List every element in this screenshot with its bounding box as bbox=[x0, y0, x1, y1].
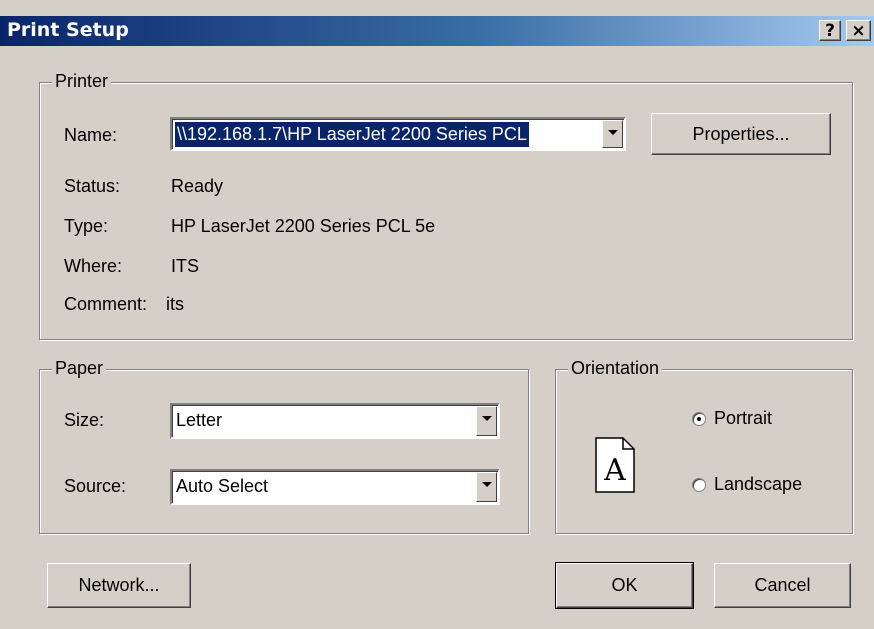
status-value: Ready bbox=[171, 176, 224, 196]
where-value: ITS bbox=[171, 256, 200, 276]
landscape-radio[interactable] bbox=[692, 478, 706, 492]
close-icon[interactable]: × bbox=[846, 20, 871, 41]
orientation-group-label: Orientation bbox=[568, 358, 663, 379]
printer-group-label: Printer bbox=[52, 71, 112, 92]
ok-button[interactable]: OK bbox=[555, 562, 694, 609]
help-icon[interactable]: ? bbox=[819, 20, 841, 41]
window-title: Print Setup bbox=[7, 19, 129, 41]
type-value: HP LaserJet 2200 Series PCL 5e bbox=[171, 216, 436, 236]
printer-name-value: \\192.168.1.7\HP LaserJet 2200 Series PC… bbox=[175, 122, 529, 147]
title-bar: Print Setup ? × bbox=[0, 16, 874, 46]
type-label: Type: bbox=[64, 216, 109, 236]
paper-source-select[interactable]: Auto Select bbox=[170, 469, 500, 505]
status-label: Status: bbox=[64, 176, 121, 196]
dropdown-arrow-icon[interactable] bbox=[476, 472, 497, 502]
paper-group: Paper bbox=[39, 358, 529, 534]
portrait-label[interactable]: Portrait bbox=[714, 408, 772, 429]
paper-size-select[interactable]: Letter bbox=[170, 403, 500, 439]
where-label: Where: bbox=[64, 256, 123, 276]
paper-group-label: Paper bbox=[52, 358, 107, 379]
paper-source-value: Auto Select bbox=[176, 476, 269, 496]
comment-label: Comment: bbox=[64, 294, 148, 314]
portrait-page-icon: A bbox=[595, 437, 635, 493]
paper-size-value: Letter bbox=[176, 410, 223, 430]
landscape-label[interactable]: Landscape bbox=[714, 474, 802, 495]
dropdown-arrow-icon[interactable] bbox=[476, 406, 497, 436]
comment-value: its bbox=[166, 294, 184, 314]
paper-size-label: Size: bbox=[64, 410, 105, 430]
printer-name-label: Name: bbox=[64, 125, 118, 145]
properties-button[interactable]: Properties... bbox=[651, 113, 831, 155]
printer-name-select[interactable]: \\192.168.1.7\HP LaserJet 2200 Series PC… bbox=[170, 117, 626, 151]
paper-source-label: Source: bbox=[64, 476, 127, 496]
dropdown-arrow-icon[interactable] bbox=[602, 120, 623, 148]
portrait-icon-letter: A bbox=[603, 453, 626, 488]
network-button[interactable]: Network... bbox=[47, 563, 191, 608]
portrait-radio[interactable] bbox=[692, 412, 706, 426]
cancel-button[interactable]: Cancel bbox=[714, 563, 851, 608]
